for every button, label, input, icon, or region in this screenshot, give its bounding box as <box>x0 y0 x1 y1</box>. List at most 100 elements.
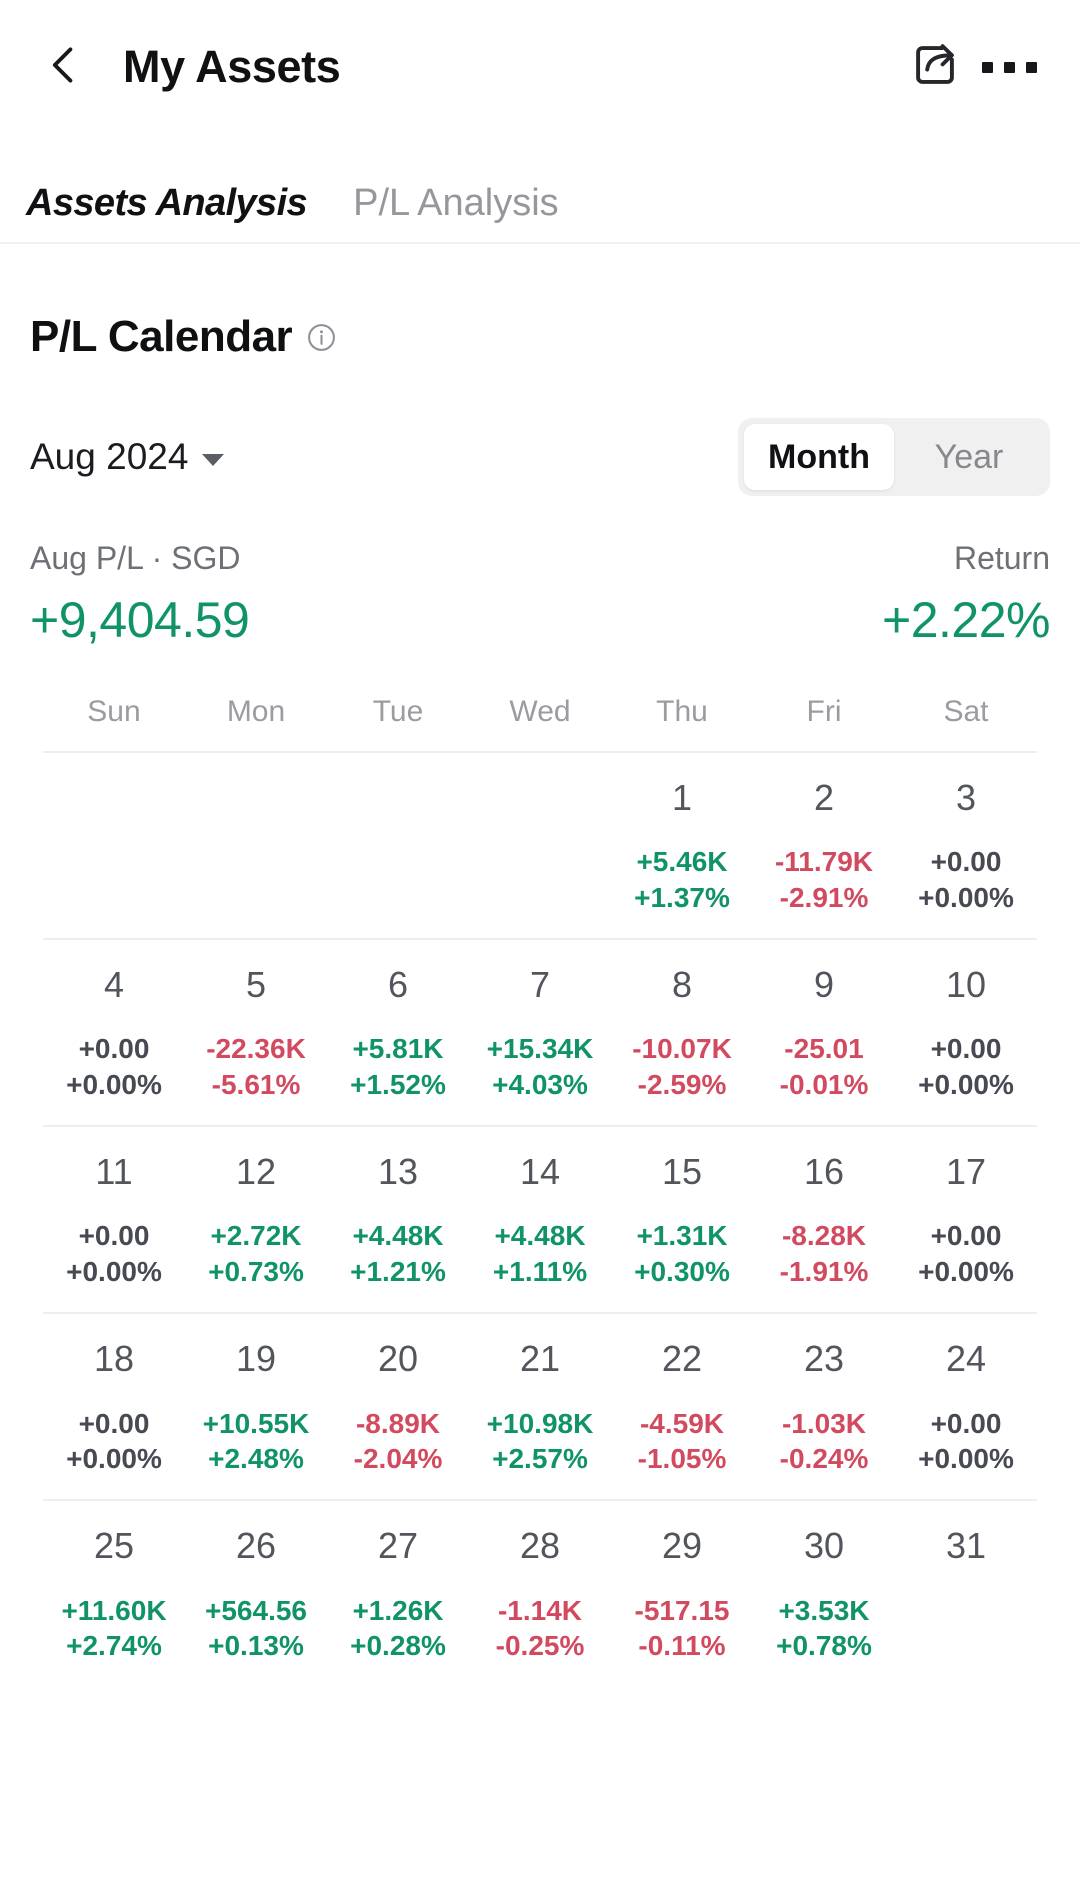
calendar-day-percent: +0.00% <box>918 1256 1014 1288</box>
calendar-day-amount: +11.60K <box>61 1594 167 1626</box>
calendar-empty-cell <box>43 777 185 916</box>
calendar-day-amount: +0.00 <box>930 1407 1002 1439</box>
calendar-day-cell[interactable]: 13 +4.48K +1.21% <box>327 1151 469 1290</box>
share-button[interactable] <box>898 30 972 104</box>
month-picker[interactable]: Aug 2024 <box>30 436 225 478</box>
range-toggle: Month Year <box>738 418 1050 496</box>
calendar-day-cell[interactable]: 15 +1.31K +0.30% <box>611 1151 753 1290</box>
calendar-day-number: 24 <box>945 1338 987 1380</box>
calendar-day-number: 25 <box>93 1525 135 1567</box>
calendar-day-percent: -0.25% <box>495 1630 585 1662</box>
calendar-day-percent: +2.48% <box>208 1443 304 1475</box>
calendar-day-number: 19 <box>235 1338 277 1380</box>
calendar-day-cell[interactable]: 22 -4.59K -1.05% <box>611 1338 753 1477</box>
info-icon[interactable] <box>306 322 337 353</box>
calendar-day-number: 29 <box>661 1525 703 1567</box>
calendar-day-percent: +0.73% <box>208 1256 304 1288</box>
calendar-day-cell[interactable]: 4 +0.00 +0.00% <box>43 964 185 1103</box>
calendar-day-cell[interactable]: 24 +0.00 +0.00% <box>895 1338 1037 1477</box>
calendar-day-cell[interactable]: 12 +2.72K +0.73% <box>185 1151 327 1290</box>
calendar-empty-cell <box>327 777 469 916</box>
top-navigation-bar: My Assets <box>0 0 1080 134</box>
calendar-day-percent: +2.74% <box>66 1630 162 1662</box>
calendar-day-cell[interactable]: 19 +10.55K +2.48% <box>185 1338 327 1477</box>
calendar-day-cell[interactable]: 7 +15.34K +4.03% <box>469 964 611 1103</box>
tab-assets-analysis[interactable]: Assets Analysis <box>21 184 314 242</box>
calendar-day-cell[interactable]: 20 -8.89K -2.04% <box>327 1338 469 1477</box>
calendar-week-row: 4 +0.00 +0.00% 5 -22.36K -5.61% 6 +5.81K +1.52% 7… <box>43 940 1037 1128</box>
calendar-day-percent: +0.13% <box>208 1630 304 1662</box>
calendar-day-cell[interactable]: 23 -1.03K -0.24% <box>753 1338 895 1477</box>
calendar-day-cell[interactable]: 18 +0.00 +0.00% <box>43 1338 185 1477</box>
calendar-day-number: 26 <box>235 1525 277 1567</box>
more-options-button[interactable] <box>972 30 1046 104</box>
chevron-down-icon <box>202 453 225 466</box>
calendar-day-cell[interactable]: 11 +0.00 +0.00% <box>43 1151 185 1290</box>
pl-summary-left: Aug P/L · SGD +9,404.59 <box>30 540 250 649</box>
calendar-day-cell[interactable]: 1 +5.46K +1.37% <box>611 777 753 916</box>
share-icon <box>909 39 961 96</box>
calendar-day-cell[interactable]: 14 +4.48K +1.11% <box>469 1151 611 1290</box>
calendar-day-percent: -2.04% <box>353 1443 443 1475</box>
calendar-day-amount: +564.56 <box>205 1594 307 1626</box>
calendar-day-cell[interactable]: 21 +10.98K +2.57% <box>469 1338 611 1477</box>
calendar-day-cell[interactable]: 3 +0.00 +0.00% <box>895 777 1037 916</box>
calendar-day-amount: +15.34K <box>486 1033 594 1065</box>
more-options-icon <box>981 61 1037 73</box>
calendar-day-percent: +0.00% <box>918 1443 1014 1475</box>
calendar-day-percent: -0.24% <box>779 1443 869 1475</box>
pl-summary: Aug P/L · SGD +9,404.59 Return +2.22% <box>30 540 1050 649</box>
calendar-day-number: 9 <box>813 964 835 1006</box>
calendar-day-amount: -10.07K <box>632 1033 732 1065</box>
calendar-day-number: 16 <box>803 1151 845 1193</box>
calendar-day-cell[interactable]: 25 +11.60K +2.74% <box>43 1525 185 1664</box>
calendar-day-cell[interactable]: 31 <box>895 1525 1037 1664</box>
calendar-day-amount: +0.00 <box>78 1033 150 1065</box>
calendar-day-number: 8 <box>671 964 693 1006</box>
calendar-day-percent: +0.30% <box>634 1256 730 1288</box>
calendar-day-percent: +4.03% <box>492 1069 588 1101</box>
calendar-day-cell[interactable]: 30 +3.53K +0.78% <box>753 1525 895 1664</box>
calendar-day-cell[interactable]: 17 +0.00 +0.00% <box>895 1151 1037 1290</box>
back-button[interactable] <box>26 29 102 105</box>
month-picker-label: Aug 2024 <box>30 436 189 477</box>
tab-pl-analysis-label: P/L Analysis <box>353 182 559 224</box>
calendar-day-cell[interactable]: 2 -11.79K -2.91% <box>753 777 895 916</box>
calendar-week-row: 1 +5.46K +1.37% 2 -11.79K -2.91% 3 +0.00 +0.00% <box>43 753 1037 941</box>
calendar-day-amount: +0.00 <box>78 1407 150 1439</box>
calendar-day-percent: +1.52% <box>350 1069 446 1101</box>
range-toggle-month[interactable]: Month <box>744 424 894 490</box>
calendar-day-cell[interactable]: 5 -22.36K -5.61% <box>185 964 327 1103</box>
calendar-day-amount: +10.98K <box>486 1407 594 1439</box>
calendar-weeks: 1 +5.46K +1.37% 2 -11.79K -2.91% 3 +0.00 +0.00% 4… <box>30 753 1050 1686</box>
calendar-day-number: 13 <box>377 1151 419 1193</box>
range-toggle-year[interactable]: Year <box>894 424 1044 490</box>
calendar-day-cell[interactable]: 29 -517.15 -0.11% <box>611 1525 753 1664</box>
calendar-day-amount: +0.00 <box>930 846 1002 878</box>
tab-pl-analysis[interactable]: P/L Analysis <box>353 184 559 242</box>
calendar-day-amount: -11.79K <box>774 846 874 878</box>
calendar-day-cell[interactable]: 9 -25.01 -0.01% <box>753 964 895 1103</box>
calendar-day-cell[interactable]: 26 +564.56 +0.13% <box>185 1525 327 1664</box>
calendar-day-percent: +0.00% <box>918 882 1014 914</box>
calendar-day-number: 10 <box>945 964 987 1006</box>
calendar-day-cell[interactable]: 27 +1.26K +0.28% <box>327 1525 469 1664</box>
page-title: My Assets <box>123 41 341 92</box>
calendar-day-number: 11 <box>95 1151 133 1193</box>
pl-summary-right: Return +2.22% <box>882 540 1050 649</box>
calendar-day-number: 18 <box>93 1338 135 1380</box>
calendar-day-number: 15 <box>661 1151 703 1193</box>
calendar-day-cell[interactable]: 10 +0.00 +0.00% <box>895 964 1037 1103</box>
weekday-mon: Mon <box>226 695 286 728</box>
calendar-day-cell[interactable]: 6 +5.81K +1.52% <box>327 964 469 1103</box>
calendar-day-percent: +1.21% <box>350 1256 446 1288</box>
calendar-day-cell[interactable]: 28 -1.14K -0.25% <box>469 1525 611 1664</box>
calendar-day-amount: +10.55K <box>202 1407 310 1439</box>
calendar-day-percent: -0.11% <box>638 1630 726 1662</box>
calendar-day-cell[interactable]: 8 -10.07K -2.59% <box>611 964 753 1103</box>
calendar-day-percent: +0.00% <box>918 1069 1014 1101</box>
pl-calendar-section: P/L Calendar Aug 2024 Month Year Aug P/L… <box>0 312 1080 1686</box>
calendar-day-cell[interactable]: 16 -8.28K -1.91% <box>753 1151 895 1290</box>
calendar-week-row: 11 +0.00 +0.00% 12 +2.72K +0.73% 13 +4.48K +1.21… <box>43 1127 1037 1315</box>
calendar-day-amount: -4.59K <box>639 1407 725 1439</box>
